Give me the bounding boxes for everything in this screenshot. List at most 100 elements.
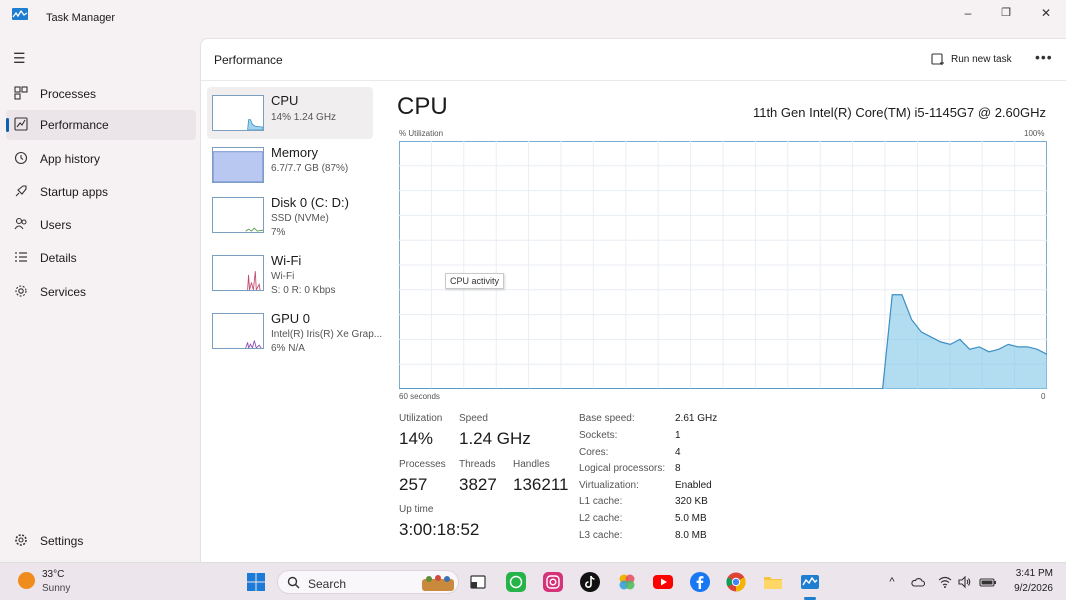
performance-panel: Performance Run new task ••• CPU 14% 1.2…	[200, 38, 1066, 562]
device-name: CPU	[271, 93, 299, 108]
title-bar: Task Manager – ❐ ✕	[0, 0, 1066, 38]
device-detail: 6% N/A	[271, 343, 305, 354]
chevron-up-icon[interactable]: ^	[885, 575, 899, 589]
more-options-button[interactable]: •••	[1035, 49, 1053, 65]
graph-y-label: % Utilization	[399, 129, 444, 138]
spec-value: 5.0 MB	[675, 513, 707, 524]
nav-item-services[interactable]: Services	[6, 277, 196, 307]
page-title: Performance	[214, 53, 283, 67]
settings-gear-icon	[15, 534, 27, 546]
memory-thumbnail-graph	[212, 147, 264, 183]
nav-item-users[interactable]: Users	[6, 210, 196, 240]
volume-icon[interactable]	[958, 575, 972, 589]
facebook-icon[interactable]	[690, 572, 710, 592]
instagram-icon[interactable]	[543, 572, 563, 592]
nav-label: Services	[40, 285, 87, 299]
close-button[interactable]: ✕	[1031, 4, 1061, 22]
spec-value: 1	[675, 430, 681, 441]
task-view-icon[interactable]	[468, 572, 488, 592]
threads-label: Threads	[459, 459, 496, 470]
spec-key: L1 cache:	[579, 496, 623, 507]
device-item-memory[interactable]: Memory 6.7/7.7 GB (87%)	[207, 139, 373, 191]
task-manager-icon	[12, 8, 28, 20]
handles-label: Handles	[513, 459, 550, 470]
battery-icon[interactable]	[979, 575, 997, 589]
clock-date[interactable]: 9/2/2026	[1003, 583, 1053, 594]
youtube-icon[interactable]	[653, 572, 673, 592]
details-icon	[15, 252, 27, 262]
nav-label: Users	[40, 218, 72, 232]
cpu-utilization-graph	[399, 141, 1047, 389]
users-icon	[14, 217, 27, 230]
spec-key: Cores:	[579, 447, 609, 458]
graph-x-right-label: 0	[1041, 392, 1046, 401]
spec-key: Virtualization:	[579, 480, 639, 491]
nav-item-app-history[interactable]: App history	[6, 144, 196, 174]
device-detail: 6.7/7.7 GB (87%)	[271, 163, 349, 174]
gpu-thumbnail-graph	[212, 313, 264, 349]
device-detail: 7%	[271, 227, 286, 238]
taskbar: 33°C Sunny Search ^ 3:41 PM 9/2/2026	[0, 562, 1066, 600]
graph-x-left-label: 60 seconds	[399, 392, 440, 401]
wifi-icon[interactable]	[938, 575, 952, 589]
weather-condition[interactable]: Sunny	[42, 583, 70, 594]
search-highlight-icon	[422, 575, 454, 591]
weather-temperature[interactable]: 33°C	[42, 569, 64, 580]
device-detail: S: 0 R: 0 Kbps	[271, 285, 336, 296]
startup-apps-icon	[15, 185, 27, 197]
device-name: Disk 0 (C: D:)	[271, 195, 349, 210]
threads-value: 3827	[459, 475, 497, 494]
navigation-pane: ☰ Processes Performance App history Star…	[0, 38, 200, 562]
whatsapp-icon[interactable]	[506, 572, 526, 592]
wifi-thumbnail-graph	[212, 255, 264, 291]
handles-value: 136211	[513, 475, 569, 494]
spec-value: 320 KB	[675, 496, 708, 507]
device-item-cpu[interactable]: CPU 14% 1.24 GHz	[207, 87, 373, 139]
windows-start-icon[interactable]	[246, 572, 266, 592]
spec-key: L2 cache:	[579, 513, 623, 524]
utilization-value: 14%	[399, 429, 434, 448]
chrome-icon[interactable]	[726, 572, 746, 592]
hamburger-menu-icon[interactable]: ☰	[13, 50, 26, 67]
file-explorer-icon[interactable]	[763, 572, 783, 592]
utilization-label: Utilization	[399, 413, 443, 424]
app-history-icon	[14, 151, 28, 165]
tiktok-icon[interactable]	[580, 572, 600, 592]
nav-label: Performance	[40, 118, 109, 132]
maximize-button[interactable]: ❐	[991, 4, 1021, 22]
nav-item-startup-apps[interactable]: Startup apps	[6, 177, 196, 207]
device-detail: Intel(R) Iris(R) Xe Grap...	[271, 329, 383, 340]
sun-weather-icon[interactable]	[18, 572, 35, 589]
device-detail: Wi-Fi	[271, 271, 295, 282]
device-item-disk[interactable]: Disk 0 (C: D:) SSD (NVMe) 7%	[207, 189, 373, 241]
spec-value: 8.0 MB	[675, 530, 707, 541]
spec-key: Logical processors:	[579, 463, 666, 474]
nav-item-performance[interactable]: Performance	[6, 110, 196, 140]
uptime-label: Up time	[399, 504, 434, 515]
nav-item-settings[interactable]: Settings	[6, 526, 196, 556]
search-placeholder: Search	[308, 577, 347, 591]
device-item-gpu[interactable]: GPU 0 Intel(R) Iris(R) Xe Grap... 6% N/A	[207, 305, 382, 357]
nav-label: App history	[40, 152, 101, 166]
nav-label: Settings	[40, 534, 84, 548]
clock-time[interactable]: 3:41 PM	[1003, 568, 1053, 579]
processes-label: Processes	[399, 459, 446, 470]
graph-tooltip: CPU activity	[445, 273, 505, 289]
nav-item-processes[interactable]: Processes	[6, 79, 196, 109]
run-task-label: Run new task	[951, 54, 1012, 65]
nav-label: Processes	[40, 87, 97, 101]
device-item-wifi[interactable]: Wi-Fi Wi-Fi S: 0 R: 0 Kbps	[207, 247, 373, 299]
photos-icon[interactable]	[617, 572, 637, 592]
device-name: Memory	[271, 145, 318, 160]
nav-item-details[interactable]: Details	[6, 243, 196, 273]
nav-label: Startup apps	[40, 185, 109, 199]
spec-value: 2.61 GHz	[675, 413, 718, 424]
spec-key: Base speed:	[579, 413, 635, 424]
performance-icon	[14, 117, 28, 131]
task-manager-taskbar-icon[interactable]	[800, 572, 820, 592]
spec-key: Sockets:	[579, 430, 618, 441]
onedrive-cloud-icon[interactable]	[911, 575, 925, 589]
taskbar-search[interactable]: Search	[277, 570, 459, 594]
search-icon	[287, 576, 300, 589]
minimize-button[interactable]: –	[953, 4, 983, 22]
